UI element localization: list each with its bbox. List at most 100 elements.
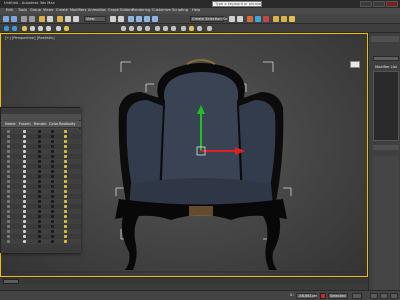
menu-graph-editors[interactable]: Graph Editors	[108, 8, 133, 13]
render-toggle[interactable]	[38, 175, 41, 178]
ribbon-icon-17[interactable]	[189, 26, 194, 31]
x-coord-field[interactable]: -58,861cm	[296, 293, 317, 299]
orbit-icon[interactable]	[390, 293, 398, 299]
command-panel-tabs[interactable]	[371, 36, 399, 42]
color-swatch[interactable]	[51, 205, 54, 208]
render-toggle[interactable]	[38, 210, 41, 213]
ribbon-icon-15[interactable]	[171, 26, 176, 31]
render-toggle[interactable]	[38, 145, 41, 148]
auto-key-icon[interactable]	[320, 293, 326, 299]
name-cell[interactable]	[7, 210, 10, 213]
select-icon[interactable]	[39, 16, 45, 22]
color-swatch[interactable]	[51, 140, 54, 143]
color-swatch[interactable]	[51, 185, 54, 188]
render-toggle[interactable]	[38, 165, 41, 168]
render-setup-icon[interactable]	[273, 16, 279, 22]
search-input[interactable]: Type a keyword or phrase	[212, 1, 262, 7]
radiosity-toggle[interactable]	[64, 215, 67, 218]
menu-scripting[interactable]: Scripting	[172, 8, 188, 13]
redo-icon[interactable]	[11, 16, 17, 22]
name-cell[interactable]	[7, 175, 10, 178]
color-swatch[interactable]	[51, 135, 54, 138]
menu-group[interactable]: Group	[30, 8, 41, 13]
modifier-stack[interactable]	[373, 71, 399, 141]
render-toggle[interactable]	[38, 135, 41, 138]
name-cell[interactable]	[7, 165, 10, 168]
render-toggle[interactable]	[38, 160, 41, 163]
rotate-icon[interactable]	[65, 16, 71, 22]
color-swatch[interactable]	[51, 235, 54, 238]
ribbon-icon-4[interactable]	[30, 26, 35, 31]
render-toggle[interactable]	[38, 190, 41, 193]
ribbon-icon-6[interactable]	[46, 26, 51, 31]
ribbon-icon-5[interactable]	[38, 26, 43, 31]
ribbon-icon-19[interactable]	[207, 26, 212, 31]
col-frozen[interactable]: Frozen	[19, 122, 31, 127]
frozen-toggle[interactable]	[23, 145, 26, 148]
name-cell[interactable]	[7, 240, 10, 243]
viewcube[interactable]	[350, 61, 360, 68]
frozen-toggle[interactable]	[23, 140, 26, 143]
radiosity-toggle[interactable]	[64, 145, 67, 148]
col-name[interactable]: Name	[5, 122, 16, 127]
close-button[interactable]	[386, 1, 398, 7]
minimize-button[interactable]	[360, 1, 372, 7]
spinner-snap-icon[interactable]	[152, 16, 158, 22]
radiosity-toggle[interactable]	[64, 195, 67, 198]
ribbon-icon-13[interactable]	[155, 26, 160, 31]
curve-editor-icon[interactable]	[247, 16, 253, 22]
color-swatch[interactable]	[51, 170, 54, 173]
radiosity-toggle[interactable]	[64, 180, 67, 183]
ribbon-icon-11[interactable]	[137, 26, 142, 31]
frozen-toggle[interactable]	[23, 150, 26, 153]
menu-customize[interactable]: Customize	[152, 8, 171, 13]
frozen-toggle[interactable]	[23, 225, 26, 228]
render-toggle[interactable]	[38, 235, 41, 238]
name-cell[interactable]	[7, 135, 10, 138]
frozen-toggle[interactable]	[23, 195, 26, 198]
name-cell[interactable]	[7, 225, 10, 228]
frozen-toggle[interactable]	[23, 135, 26, 138]
move-icon[interactable]	[57, 16, 63, 22]
color-swatch[interactable]	[51, 200, 54, 203]
frozen-toggle[interactable]	[23, 155, 26, 158]
name-cell[interactable]	[7, 220, 10, 223]
color-swatch[interactable]	[51, 180, 54, 183]
color-swatch[interactable]	[51, 230, 54, 233]
color-swatch[interactable]	[51, 195, 54, 198]
frozen-toggle[interactable]	[23, 200, 26, 203]
color-swatch[interactable]	[51, 220, 54, 223]
name-cell[interactable]	[7, 235, 10, 238]
frozen-toggle[interactable]	[23, 210, 26, 213]
radiosity-toggle[interactable]	[64, 225, 67, 228]
name-cell[interactable]	[7, 195, 10, 198]
pan-icon[interactable]	[380, 293, 388, 299]
frozen-toggle[interactable]	[23, 190, 26, 193]
radiosity-toggle[interactable]	[64, 135, 67, 138]
maximize-button[interactable]	[373, 1, 385, 7]
render-toggle[interactable]	[38, 140, 41, 143]
render-toggle[interactable]	[38, 185, 41, 188]
name-cell[interactable]	[7, 170, 10, 173]
frozen-toggle[interactable]	[23, 215, 26, 218]
name-cell[interactable]	[7, 200, 10, 203]
color-swatch[interactable]	[51, 145, 54, 148]
render-toggle[interactable]	[38, 225, 41, 228]
explorer-row[interactable]	[1, 239, 81, 244]
col-radiosity[interactable]: Radiosity	[59, 122, 76, 127]
frozen-toggle[interactable]	[23, 230, 26, 233]
time-slider[interactable]	[0, 277, 368, 284]
ribbon-icon-9[interactable]	[121, 26, 126, 31]
radiosity-toggle[interactable]	[64, 240, 67, 243]
render-toggle[interactable]	[38, 155, 41, 158]
ribbon-icon-10[interactable]	[129, 26, 134, 31]
col-color[interactable]: Color	[49, 122, 58, 127]
frozen-toggle[interactable]	[23, 185, 26, 188]
name-cell[interactable]	[7, 160, 10, 163]
ribbon-icon-12[interactable]	[145, 26, 150, 31]
color-swatch[interactable]	[51, 130, 54, 133]
color-swatch[interactable]	[51, 175, 54, 178]
color-swatch[interactable]	[51, 215, 54, 218]
render-toggle[interactable]	[38, 170, 41, 173]
percent-snap-icon[interactable]	[144, 16, 150, 22]
